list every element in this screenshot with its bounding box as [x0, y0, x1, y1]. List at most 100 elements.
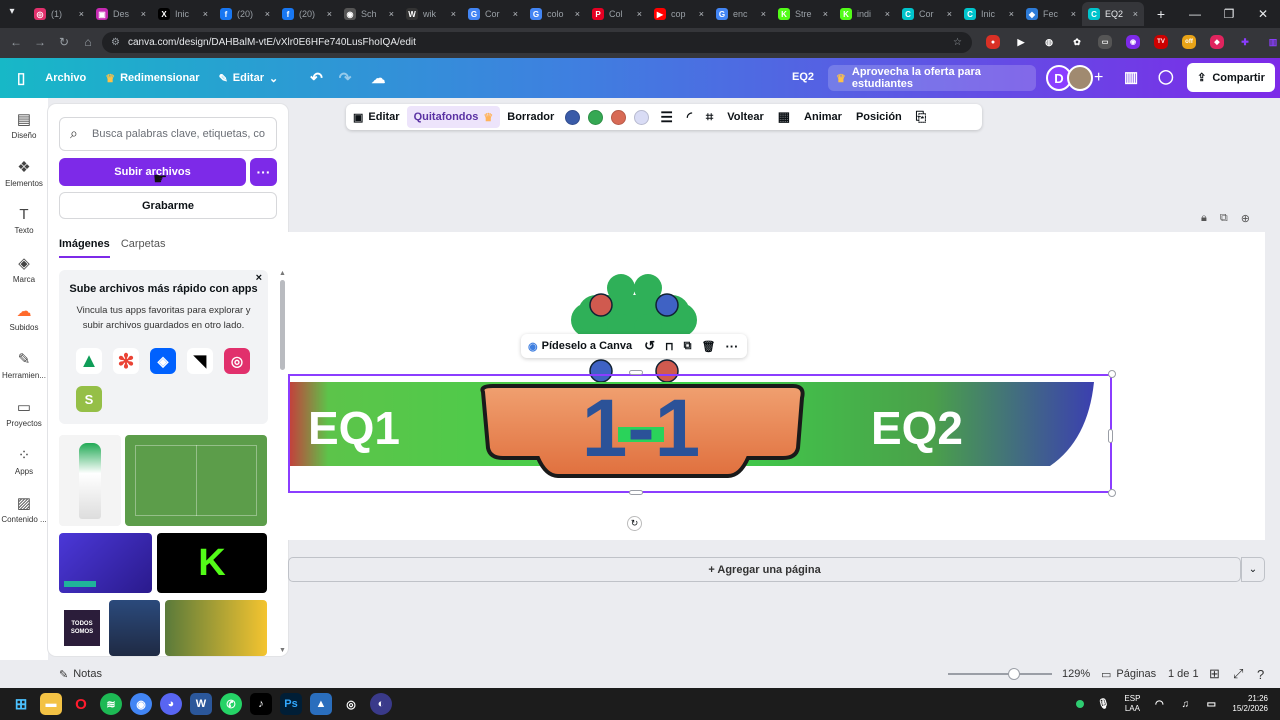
windows-start-icon[interactable]: ⊞ [10, 693, 32, 715]
tab-close-icon[interactable]: × [699, 9, 704, 19]
browser-tab[interactable]: ◉ Sch × [338, 2, 400, 26]
uploaded-image-thumb[interactable]: K [157, 533, 267, 593]
rotate-icon[interactable]: ↻ [627, 516, 642, 531]
chrome-icon[interactable]: ◉ [130, 693, 152, 715]
eraser-button[interactable]: Borrador [500, 106, 561, 128]
tiktok-icon[interactable]: ♪ [250, 693, 272, 715]
animate-button[interactable]: Animar [797, 106, 849, 128]
collaborator-avatar[interactable] [1067, 65, 1093, 91]
lock-icon[interactable]: ⊓ [665, 340, 674, 353]
tab-close-icon[interactable]: × [265, 9, 270, 19]
instagram-icon[interactable]: ◎ [224, 348, 250, 374]
file-explorer-icon[interactable]: ▬ [40, 693, 62, 715]
extension-icon[interactable]: ◉ [1126, 35, 1140, 49]
sidebar-item-shapes[interactable]: ❖ Elementos [0, 158, 48, 188]
remove-background-button[interactable]: Quitafondos ♛ [406, 106, 501, 128]
sidepanel-icon[interactable]: ▥ [1266, 35, 1280, 49]
share-button[interactable]: ⇪ Compartir [1187, 63, 1275, 92]
tab-images[interactable]: Imágenes [59, 238, 110, 258]
resize-handle[interactable] [629, 370, 643, 375]
mic-icon[interactable]: 🎙︎ [1092, 693, 1114, 715]
transparency-icon[interactable]: ▦ [771, 106, 797, 128]
border-style-icon[interactable]: ☰ [653, 106, 680, 128]
file-menu[interactable]: Archivo [45, 72, 86, 84]
grid-view-icon[interactable]: ⊞ [1209, 666, 1220, 682]
discord-icon[interactable]: ◕ [160, 693, 182, 715]
uploaded-image-thumb[interactable] [125, 435, 267, 526]
resize-handle[interactable] [1108, 489, 1116, 497]
browser-tab[interactable]: Kindi × [834, 2, 896, 26]
new-tab-button[interactable]: + [1144, 6, 1178, 22]
tab-close-icon[interactable]: × [513, 9, 518, 19]
extension-icon[interactable]: ✿ [1070, 35, 1084, 49]
close-window-button[interactable]: ✕ [1246, 7, 1280, 21]
extension-icon[interactable]: ● [986, 35, 1000, 49]
ask-canva-button[interactable]: Pídeselo a Canva [542, 340, 633, 352]
maximize-button[interactable]: ❐ [1212, 7, 1246, 21]
minimize-button[interactable]: — [1178, 7, 1212, 21]
corner-rounding-icon[interactable]: ◜ [680, 106, 699, 128]
word-icon[interactable]: W [190, 693, 212, 715]
app-icon[interactable]: ◐ [370, 693, 392, 715]
spotify-icon[interactable]: ≋ [100, 693, 122, 715]
sidebar-item-layout[interactable]: ▤ Diseño [0, 110, 48, 140]
zoom-slider-thumb[interactable] [1008, 668, 1020, 680]
cloud-saved-icon[interactable]: ☁ [371, 70, 385, 87]
extension-icon[interactable]: ◆ [1210, 35, 1224, 49]
more-options-button[interactable]: ··· [250, 158, 277, 186]
delete-icon[interactable]: 🗑︎ [701, 340, 715, 353]
extensions-puzzle-icon[interactable]: ✚ [1238, 35, 1252, 49]
pages-button[interactable]: ▭ Páginas [1101, 668, 1156, 681]
whatsapp-icon[interactable]: ✆ [220, 693, 242, 715]
flip-button[interactable]: Voltear [720, 106, 770, 128]
search-input[interactable]: ⌕ Busca palabras clave, etiquetas, co [59, 117, 277, 151]
extension-icon[interactable]: off [1182, 35, 1196, 49]
crop-icon[interactable]: ⌗ [699, 106, 720, 128]
battery-icon[interactable]: ▭ [1200, 693, 1222, 715]
browser-tab[interactable]: ◎ (1) × [28, 2, 90, 26]
comments-icon[interactable]: ◯ [1158, 68, 1174, 85]
notes-button[interactable]: ✎ Notas [59, 668, 102, 681]
opera-icon[interactable]: O [70, 693, 92, 715]
browser-tab[interactable]: f (20) × [214, 2, 276, 26]
student-offer-button[interactable]: ♛ Aprovecha la oferta para estudiantes [828, 65, 1036, 91]
lock-icon[interactable]: 🔒︎ [1201, 212, 1207, 225]
box-app-icon[interactable]: ◥ [187, 348, 213, 374]
browser-tab[interactable]: f (20) × [276, 2, 338, 26]
tab-close-icon[interactable]: × [1009, 9, 1014, 19]
tab-close-icon[interactable]: × [761, 9, 766, 19]
sidebar-item-text[interactable]: T Texto [0, 206, 48, 235]
tab-close-icon[interactable]: × [1133, 9, 1138, 19]
comment-add-icon[interactable]: ↺ [644, 338, 655, 354]
shopify-icon[interactable]: S [76, 386, 102, 412]
tab-close-icon[interactable]: × [1071, 9, 1076, 19]
volume-icon[interactable]: ♫ [1174, 693, 1196, 715]
back-icon[interactable]: ← [4, 35, 28, 49]
browser-tab[interactable]: ◆ Fec × [1020, 2, 1082, 26]
color-swatch[interactable] [634, 109, 650, 125]
language-indicator[interactable]: ESP LAA [1124, 694, 1140, 714]
color-swatch[interactable] [611, 109, 627, 125]
tab-close-icon[interactable]: × [575, 9, 580, 19]
undo-icon[interactable]: ↶ [310, 69, 323, 87]
uploaded-image-thumb[interactable] [59, 533, 152, 593]
uploaded-image-thumb[interactable]: TODOS SOMOS [59, 600, 105, 656]
edit-mode-button[interactable]: ✎ Editar ⌄ [219, 72, 279, 85]
browser-tab[interactable]: G Cor × [462, 2, 524, 26]
browser-tab[interactable]: Genc × [710, 2, 772, 26]
uploaded-image-thumb[interactable] [109, 600, 160, 656]
home-icon[interactable]: ⌂ [76, 35, 100, 49]
redo-icon[interactable]: ↷ [339, 69, 352, 87]
google-photos-icon[interactable]: ✻ [113, 348, 139, 374]
scroll-down-icon[interactable]: ▼ [279, 647, 286, 654]
zoom-slider[interactable] [948, 668, 1052, 680]
add-page-button[interactable]: + Agregar una página [288, 557, 1241, 582]
duplicate-icon[interactable]: ⧉ [684, 340, 692, 353]
uploaded-image-thumb[interactable] [165, 600, 267, 656]
google-drive-icon[interactable]: ▲ [76, 348, 102, 374]
browser-tab[interactable]: Gcolo × [524, 2, 586, 26]
extension-icon[interactable]: ▶ [1014, 35, 1028, 49]
resize-handle[interactable] [1108, 370, 1116, 378]
help-icon[interactable]: ? [1257, 667, 1264, 682]
add-collaborator-icon[interactable]: + [1094, 69, 1103, 87]
